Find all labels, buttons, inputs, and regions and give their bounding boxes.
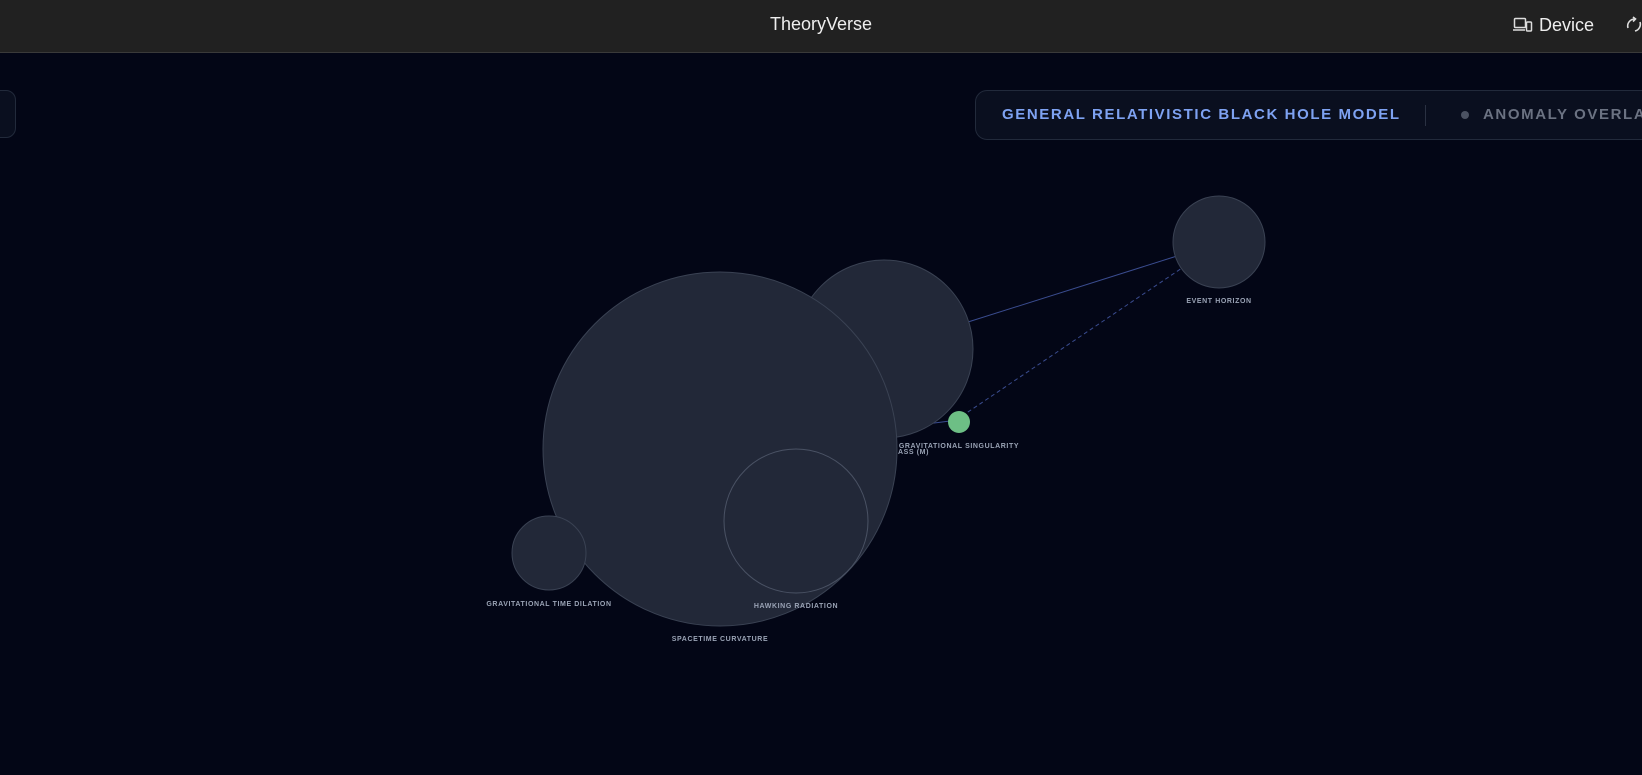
overlay-status-dot [1461,110,1469,119]
node-gravitational-singularity[interactable] [948,411,970,433]
edge-mass-event-horizon [967,255,1178,323]
anomaly-overlay-toggle[interactable]: ANOMALY OVERLAY [1461,106,1642,123]
model-bar: GENERAL RELATIVISTIC BLACK HOLE MODEL AN… [975,90,1642,140]
node-hawking-radiation[interactable] [723,448,869,594]
model-title[interactable]: GENERAL RELATIVISTIC BLACK HOLE MODEL [1002,106,1401,123]
node-mass-label: ASS (M) [898,449,929,456]
node-gravitational-singularity-circle[interactable] [948,411,970,433]
node-gravitational-time-dilation-label: GRAVITATIONAL TIME DILATION [486,601,611,608]
node-hawking-radiation-label: HAWKING RADIATION [754,603,838,610]
node-gravitational-time-dilation-circle[interactable] [511,515,587,591]
node-event-horizon-circle[interactable] [1172,195,1266,289]
model-divider [1425,105,1426,126]
node-gravitational-singularity-label: GRAVITATIONAL SINGULARITY [899,443,1019,450]
node-gravitational-time-dilation[interactable] [511,515,587,591]
node-hawking-radiation-circle[interactable] [723,448,869,594]
left-panel[interactable] [0,90,16,138]
node-event-horizon-label: EVENT HORIZON [1186,298,1251,305]
node-event-horizon[interactable] [1172,195,1266,289]
node-spacetime-curvature-label: SPACETIME CURVATURE [672,636,768,643]
anomaly-overlay-label: ANOMALY OVERLAY [1483,106,1642,123]
